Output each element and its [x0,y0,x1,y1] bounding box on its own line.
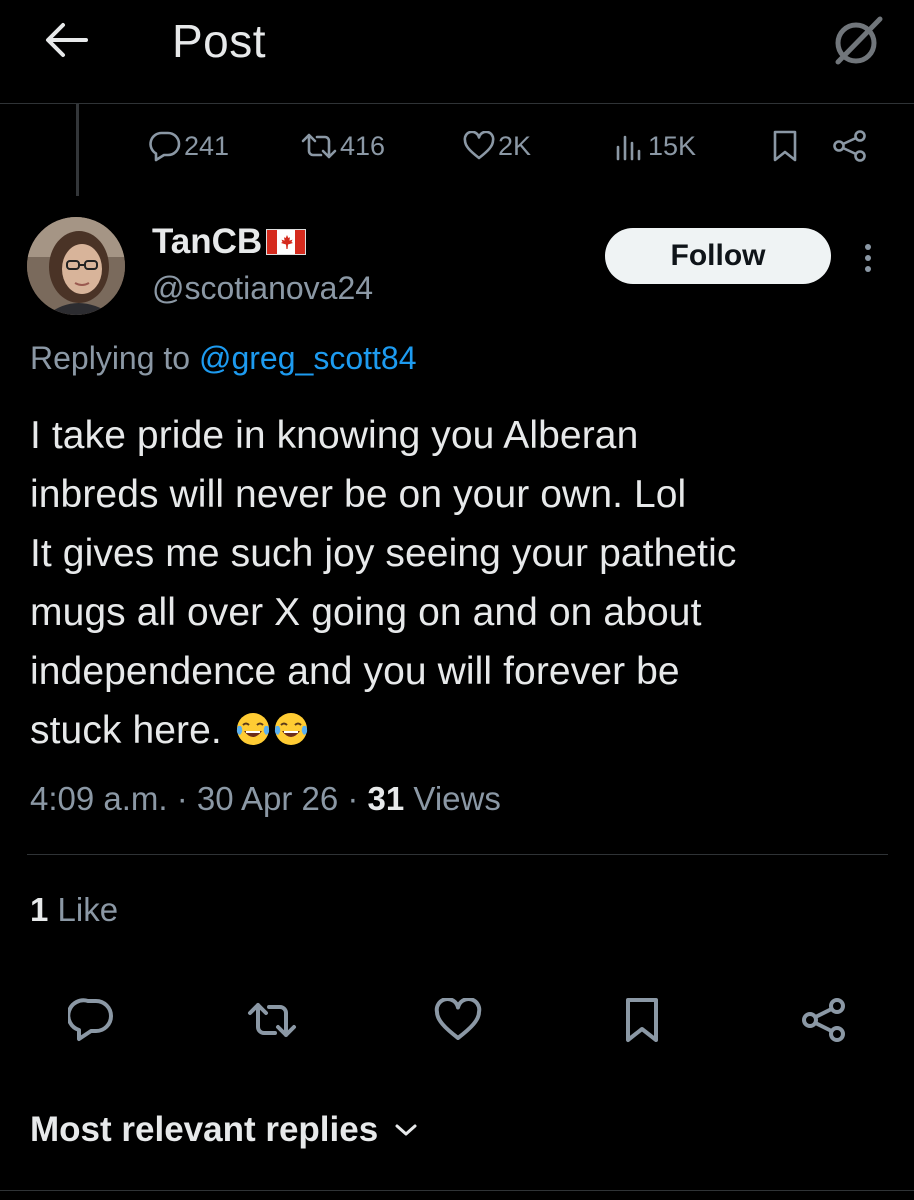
avatar-photo [27,217,125,315]
reply-button[interactable] [62,992,122,1048]
repost-icon [301,133,337,159]
views-label: Views [404,780,501,817]
meta-separator: · [167,780,197,817]
page-title: Post [172,15,267,67]
more-options-button[interactable] [852,236,884,280]
bookmark-button[interactable] [612,992,672,1048]
reply-sort-label: Most relevant replies [30,1110,379,1149]
canada-flag-icon [266,229,307,255]
parent-views-count: 15K [648,130,697,161]
parent-post-action-bar: 241 416 2K 15K [148,124,888,172]
post-date[interactable]: 30 Apr 26 [197,780,338,817]
divider [27,854,888,855]
replying-to: Replying to @greg_scott84 [30,340,416,377]
tweet-body: I take pride in knowing you Alberan inbr… [30,414,737,752]
avatar[interactable] [27,217,125,315]
parent-bookmark-button[interactable] [770,124,800,168]
post-action-bar [0,992,914,1052]
parent-reply-button[interactable]: 241 [148,124,229,168]
author-display-name[interactable]: TanCB [152,222,307,262]
views-count: 31 [367,780,405,817]
back-button[interactable] [40,18,92,62]
post-meta: 4:09 a.m. · 30 Apr 26 · 31 Views [30,780,501,818]
reply-mention-link[interactable]: @greg_scott84 [199,340,417,376]
likes-summary[interactable]: 1 Like [30,891,118,929]
parent-share-button[interactable] [832,124,868,168]
bookmark-icon [773,130,797,162]
parent-views-button[interactable]: 15K [614,124,696,168]
follow-button[interactable]: Follow [605,228,831,284]
repost-icon [248,1003,296,1037]
reply-sort-dropdown[interactable]: Most relevant replies [30,1110,418,1150]
more-dot-icon [865,266,871,272]
reply-icon [68,998,113,1041]
tears-of-joy-emoji-icon [274,713,307,745]
tweet-text: I take pride in knowing you Alberan inbr… [30,406,900,760]
tears-of-joy-emoji-icon [236,713,269,745]
repost-button[interactable] [242,992,302,1048]
likes-label: Like [48,891,119,928]
meta-separator: · [338,780,368,817]
chevron-down-icon [395,1124,417,1136]
replying-to-prefix: Replying to [30,340,199,376]
top-bar: Post [0,0,914,104]
share-icon [833,130,866,162]
parent-repost-button[interactable]: 416 [300,124,385,168]
thread-connector-line [76,104,79,196]
grok-icon [835,16,883,65]
parent-reply-count: 241 [184,130,230,161]
reply-icon [149,131,181,162]
author-handle[interactable]: @scotianova24 [152,270,373,307]
divider [0,1190,914,1191]
like-button[interactable] [428,992,488,1048]
arrow-left-icon [46,23,88,57]
share-button[interactable] [794,992,854,1048]
grok-button[interactable] [828,10,888,70]
post-time[interactable]: 4:09 a.m. [30,780,168,817]
parent-like-count: 2K [498,130,532,161]
likes-count: 1 [30,891,49,928]
author-name-text: TanCB [152,222,263,261]
heart-icon [434,998,482,1040]
parent-repost-count: 416 [340,130,386,161]
more-dot-icon [865,244,871,250]
share-icon [802,998,845,1042]
analytics-icon [616,135,641,161]
more-dot-icon [865,255,871,261]
bookmark-icon [626,998,658,1042]
parent-like-button[interactable]: 2K [462,124,531,168]
heart-icon [463,131,495,160]
